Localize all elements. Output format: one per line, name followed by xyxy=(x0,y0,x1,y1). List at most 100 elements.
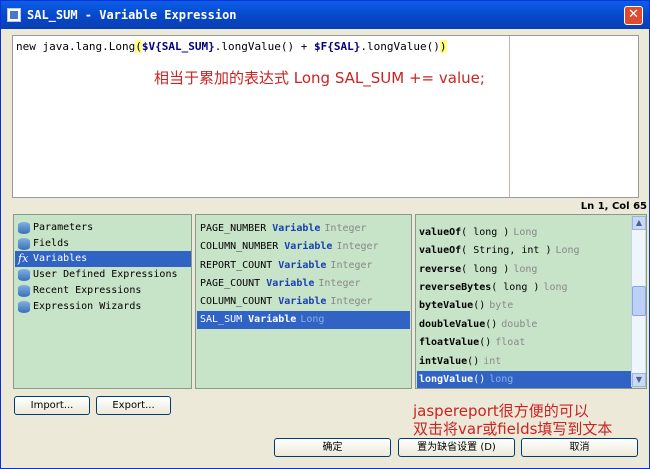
method-return: byte xyxy=(489,300,514,311)
window-title: SAL_SUM - Variable Expression xyxy=(27,8,237,22)
method-args: () xyxy=(473,374,486,385)
variable-kind: Variable xyxy=(278,260,327,271)
field-token: $F{SAL} xyxy=(314,40,361,53)
method-list[interactable]: valueOf( long ) Long valueOf( String, int… xyxy=(415,214,647,389)
method-args: ( long ) xyxy=(461,227,510,238)
open-paren: ( xyxy=(135,40,142,53)
method-return: float xyxy=(495,337,526,348)
hint-annotation: jaspereport很方便的可以 双击将var或fields填写到文本 xyxy=(413,402,613,438)
list-item[interactable]: PAGE_NUMBER Variable Integer xyxy=(197,220,410,238)
list-item[interactable]: reverseBytes( long ) long xyxy=(417,279,632,297)
method-args: ( long ) xyxy=(491,282,540,293)
variable-kind: Variable xyxy=(272,223,321,234)
cancel-button[interactable]: 取消 xyxy=(521,438,638,457)
category-expression-wizards[interactable]: Expression Wizards xyxy=(15,299,191,315)
database-icon xyxy=(18,301,30,313)
scroll-thumb[interactable] xyxy=(632,286,646,316)
method-name: byteValue xyxy=(419,300,474,311)
vertical-scrollbar[interactable]: ▲ ▼ xyxy=(631,216,646,387)
method-name: longValue xyxy=(419,374,474,385)
method-name: valueOf xyxy=(419,245,462,256)
method-return: long xyxy=(543,282,568,293)
scroll-down-icon[interactable]: ▼ xyxy=(632,373,646,387)
method-args: () xyxy=(467,356,480,367)
variable-name: COLUMN_NUMBER xyxy=(200,241,279,252)
method-name: reverse xyxy=(419,264,462,275)
scroll-up-icon[interactable]: ▲ xyxy=(632,216,646,230)
variable-kind: Variable xyxy=(278,296,327,307)
category-user-defined-expressions[interactable]: User Defined Expressions xyxy=(15,267,191,283)
cursor-position: Ln 1, Col 65 xyxy=(580,201,647,212)
variable-kind: Variable xyxy=(248,314,297,325)
expression-editor[interactable]: new java.lang.Long($V{SAL_SUM}.longValue… xyxy=(12,35,639,198)
category-recent-expressions[interactable]: Recent Expressions xyxy=(15,283,191,299)
method-args: () xyxy=(479,337,492,348)
variable-type: Integer xyxy=(324,223,367,234)
database-icon xyxy=(18,285,30,297)
category-parameters[interactable]: Parameters xyxy=(15,220,191,236)
variable-token: $V{SAL_SUM} xyxy=(141,40,215,53)
app-icon xyxy=(7,8,21,22)
database-icon xyxy=(18,222,30,234)
ok-button[interactable]: 确定 xyxy=(274,438,391,457)
database-icon xyxy=(18,269,30,281)
variable-name: PAGE_COUNT xyxy=(200,278,261,289)
variable-name: COLUMN_COUNT xyxy=(200,296,273,307)
category-label: Expression Wizards xyxy=(33,301,142,312)
method-name: valueOf xyxy=(419,227,462,238)
method-name: doubleValue xyxy=(419,319,486,330)
list-item-selected[interactable]: longValue() long xyxy=(417,371,632,388)
variable-type: Integer xyxy=(318,278,361,289)
list-item[interactable]: PAGE_COUNT Variable Integer xyxy=(197,275,410,293)
expression-code[interactable]: new java.lang.Long($V{SAL_SUM}.longValue… xyxy=(16,40,447,53)
method-args: () xyxy=(485,319,498,330)
list-item[interactable]: COLUMN_NUMBER Variable Integer xyxy=(197,238,410,256)
code-middle: .longValue() + xyxy=(214,40,315,53)
variable-name: SAL_SUM xyxy=(200,314,243,325)
list-item[interactable]: floatValue() float xyxy=(417,334,632,352)
variable-name: PAGE_NUMBER xyxy=(200,223,267,234)
category-list[interactable]: Parameters Fields fx Variables User Defi… xyxy=(13,214,192,389)
list-item-selected[interactable]: SAL_SUM Variable Long xyxy=(197,311,410,329)
list-item[interactable]: doubleValue() double xyxy=(417,316,632,334)
method-return: Long xyxy=(555,245,580,256)
list-item[interactable]: COLUMN_COUNT Variable Integer xyxy=(197,293,410,311)
variable-type: Integer xyxy=(336,241,379,252)
method-return: long xyxy=(489,374,514,385)
category-label: Variables xyxy=(33,253,88,264)
method-return: Long xyxy=(513,227,538,238)
method-return: long xyxy=(513,264,538,275)
fx-icon: fx xyxy=(18,252,29,265)
set-default-button[interactable]: 置为缺省设置 (D) xyxy=(398,438,515,457)
title-bar[interactable]: SAL_SUM - Variable Expression ✕ xyxy=(1,1,649,29)
variable-type: Long xyxy=(300,314,325,325)
category-label: Recent Expressions xyxy=(33,285,142,296)
method-args: ( String, int ) xyxy=(461,245,552,256)
expression-annotation: 相当于累加的表达式 Long SAL_SUM += value; xyxy=(154,69,485,87)
margin-line xyxy=(509,36,510,197)
variable-kind: Variable xyxy=(284,241,333,252)
import-button[interactable]: Import... xyxy=(14,396,90,415)
export-button[interactable]: Export... xyxy=(96,396,171,415)
method-args: ( long ) xyxy=(461,264,510,275)
list-item[interactable]: REPORT_COUNT Variable Integer xyxy=(197,257,410,275)
close-button[interactable]: ✕ xyxy=(624,6,643,25)
list-item[interactable]: byteValue() byte xyxy=(417,297,632,315)
list-item[interactable]: valueOf( long ) Long xyxy=(417,224,632,242)
category-label: Fields xyxy=(33,238,70,249)
method-name: floatValue xyxy=(419,337,480,348)
code-prefix: new java.lang.Long xyxy=(16,40,136,53)
method-name: reverseBytes xyxy=(419,282,492,293)
category-label: Parameters xyxy=(33,222,94,233)
variable-expression-dialog: SAL_SUM - Variable Expression ✕ new java… xyxy=(0,0,650,469)
list-item[interactable]: intValue() int xyxy=(417,353,632,371)
database-icon xyxy=(18,238,30,250)
variable-list[interactable]: PAGE_NUMBER Variable Integer COLUMN_NUMBER… xyxy=(195,214,412,389)
list-item[interactable]: valueOf( String, int ) Long xyxy=(417,242,632,260)
category-label: User Defined Expressions xyxy=(33,269,178,280)
variable-type: Integer xyxy=(330,296,373,307)
category-variables[interactable]: fx Variables xyxy=(15,251,191,267)
category-fields[interactable]: Fields xyxy=(15,236,191,252)
list-item[interactable]: reverse( long ) long xyxy=(417,261,632,279)
variable-kind: Variable xyxy=(266,278,315,289)
